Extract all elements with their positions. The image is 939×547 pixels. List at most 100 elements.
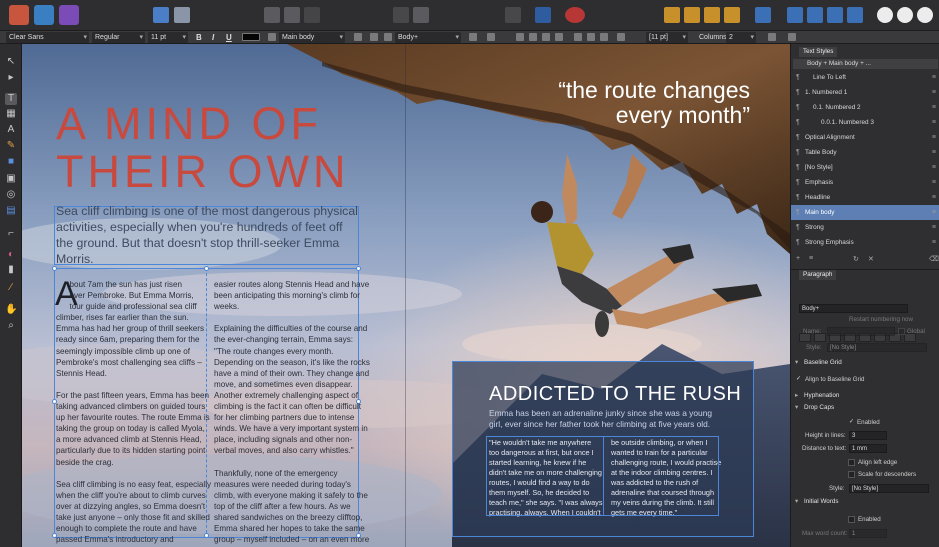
text-color-swatch[interactable] [242,33,260,41]
arrange-back-icon[interactable] [664,7,680,23]
ellipse-frame-tool-icon[interactable]: ◎ [5,189,17,201]
justify-icon[interactable] [555,33,563,41]
scale-descenders-checkbox[interactable] [848,471,855,478]
text-style-row[interactable]: ¶ Line To Left ≡ [791,70,939,85]
artistic-text-tool-icon[interactable]: A [5,124,17,136]
zoom-tool-icon[interactable]: ⌕ [5,320,17,332]
node-tool-icon[interactable]: ▸ [5,72,17,84]
hyphenation-section[interactable]: Hyphenation [791,390,939,402]
headline[interactable]: A MIND OF THEIR OWN [56,100,349,196]
flip-vertical-icon[interactable] [807,7,823,23]
pen-tool-icon[interactable]: ✎ [5,140,17,152]
underline-button[interactable]: U [226,31,232,44]
boolean-subtract-icon[interactable] [897,7,913,23]
place-image-tool-icon[interactable]: ▤ [5,205,17,217]
ellipse-frame-icon[interactable] [284,7,300,23]
frame-handle[interactable] [52,266,57,271]
current-style-row[interactable]: Body + Main body + ... [793,59,938,69]
rectangle-tool-icon[interactable]: ■ [5,156,17,168]
table-tool-icon[interactable]: ▦ [5,108,17,120]
document-canvas[interactable]: A MIND OF THEIR OWN Sea cliff climbing i… [22,44,790,547]
text-style-row[interactable]: ¶ [No Style] ≡ [791,160,939,175]
text-style-row[interactable]: ¶ Headline ≡ [791,190,939,205]
clear-style-icon[interactable] [354,33,362,41]
align-baseline-checkbox[interactable]: ✓ [795,376,802,383]
style-menu-icon[interactable]: ≡ [932,145,936,160]
bullets-icon[interactable] [574,33,582,41]
name-field[interactable] [827,327,895,336]
text-style-row[interactable]: ¶ Table Body ≡ [791,145,939,160]
text-wrap-icon[interactable] [413,7,429,23]
color-picker-tool-icon[interactable]: ∕ [5,282,17,294]
snapping-icon[interactable] [565,7,585,23]
frame-options-icon[interactable] [768,33,776,41]
rotate-left-icon[interactable] [827,7,843,23]
style-menu-icon[interactable]: ≡ [932,85,936,100]
assets-icon[interactable] [174,7,190,23]
align-left-edge-checkbox[interactable] [848,459,855,466]
global-checkbox[interactable] [898,328,905,335]
numbering-style-field[interactable]: [No Style] [827,343,927,352]
view-tool-icon[interactable]: ✋ [5,304,17,316]
baseline-grid-icon[interactable] [535,7,551,23]
drop-caps-enabled-checkbox[interactable]: ✓ [848,419,855,426]
text-style-row[interactable]: ¶ Emphasis ≡ [791,175,939,190]
indent-icon[interactable] [600,33,608,41]
transparency-tool-icon[interactable]: ▮ [5,264,17,276]
style-menu-icon[interactable]: ≡ [932,130,936,145]
style-menu-icon[interactable]: ≡ [932,190,936,205]
tab-paragraph[interactable]: Paragraph [799,270,837,280]
style-menu-icon[interactable]: ≡ [932,220,936,235]
align-left-icon[interactable] [516,33,524,41]
frame-handle[interactable] [204,266,209,271]
rotate-right-icon[interactable] [847,7,863,23]
style-menu-icon[interactable]: ≡ [932,100,936,115]
drop-caps-section[interactable]: Drop Caps [791,402,939,414]
picture-frame-tool-icon[interactable]: ▣ [5,173,17,185]
style-menu-icon[interactable]: ≡ [932,175,936,190]
font-family-select[interactable]: Clear Sans [6,32,89,43]
drop-caps-style-select[interactable]: [No Style] [849,484,929,493]
align-right-icon[interactable] [542,33,550,41]
sidebar-box[interactable]: ADDICTED TO THE RUSH Emma has been an ad… [452,361,754,537]
arrange-backward-icon[interactable] [684,7,700,23]
columns-select[interactable]: 2 [726,32,756,43]
delete-style-icon[interactable]: ⌫ [929,255,939,263]
text-style-row[interactable]: ¶ 1. Numbered 1 ≡ [791,85,939,100]
arrange-forward-icon[interactable] [704,7,720,23]
apply-style-icon[interactable]: ↻ [853,255,863,263]
publisher-persona-icon[interactable] [9,5,29,25]
photo-persona-icon[interactable] [59,5,79,25]
arrange-front-icon[interactable] [724,7,740,23]
text-style-row[interactable]: ¶ Optical Alignment ≡ [791,130,939,145]
frame-icon[interactable] [304,7,320,23]
max-word-count-field[interactable]: 1 [849,529,887,538]
leading-select[interactable]: [11 pt] [646,32,688,43]
character-panel-icon[interactable] [384,33,392,41]
style-menu-icon[interactable]: ≡ [932,205,936,220]
paragraph-style-select[interactable]: Main body [279,32,345,43]
style-menu-icon[interactable]: ≡ [932,115,936,130]
height-in-lines-field[interactable]: 3 [849,431,887,440]
text-style-row[interactable]: ¶ Main body ≡ [791,205,939,220]
bold-button[interactable]: B [196,31,202,44]
numbering-style-select[interactable]: Body+ [799,304,908,313]
style-options-icon[interactable]: ≡ [809,255,819,263]
pilcrow-icon[interactable] [487,33,495,41]
text-style-row[interactable]: ¶ 0.1. Numbered 2 ≡ [791,100,939,115]
text-frame-icon[interactable] [264,7,280,23]
style-menu-icon[interactable]: ≡ [932,235,936,250]
flip-horizontal-icon[interactable] [787,7,803,23]
distance-to-text-field[interactable]: 1 mm [849,444,887,453]
align-center-icon[interactable] [529,33,537,41]
text-style-row[interactable]: ¶ Strong Emphasis ≡ [791,235,939,250]
wrap-options-icon[interactable] [788,33,796,41]
numbering-icon[interactable] [587,33,595,41]
text-style-row[interactable]: ¶ 0.0.1. Numbered 3 ≡ [791,115,939,130]
crop-tool-icon[interactable]: ⌐ [5,228,17,240]
fill-tool-icon[interactable]: ◐ [5,249,17,261]
preflight-icon[interactable] [505,7,521,23]
baseline-grid-section[interactable]: Baseline Grid [791,357,939,369]
move-tool-icon[interactable]: ↖ [5,56,17,68]
frame-text-tool-icon[interactable]: T [5,93,17,105]
